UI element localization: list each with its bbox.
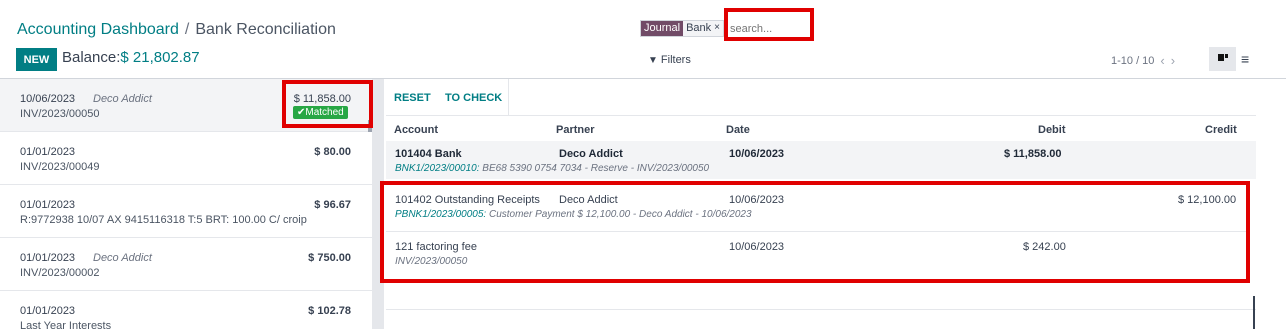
line-label-text: Customer Payment $ 12,100.00 - Deco Addi… [486, 209, 752, 220]
line-move-link[interactable]: PBNK1/2023/00005: [395, 209, 486, 220]
edge-marker [1253, 296, 1255, 329]
breadcrumb-accounting-dashboard[interactable]: Accounting Dashboard [17, 21, 179, 38]
statement-amount: $ 11,858.00 [293, 93, 351, 105]
statement-date: 01/01/2023 [20, 252, 76, 264]
line-account: 121 factoring fee [395, 241, 477, 253]
statement-date: 01/01/2023 [20, 305, 76, 317]
line-label: PBNK1/2023/00005: Customer Payment $ 12,… [395, 209, 752, 220]
facet-type: Journal [641, 21, 684, 36]
lines-header: Account Partner Date Debit Credit [386, 116, 1256, 141]
statement-partner: Deco Addict [93, 252, 152, 264]
statement-line[interactable]: 01/01/2023 INV/2023/00049 $ 80.00 [0, 132, 372, 185]
statement-amount: $ 96.67 [314, 199, 351, 211]
kanban-view-button[interactable] [1209, 47, 1236, 71]
reset-button[interactable]: RESET [394, 92, 431, 104]
line-label: BNK1/2023/00010: BE68 5390 0754 7034 - R… [395, 163, 709, 174]
statement-partner: Deco Addict [93, 93, 152, 105]
column-credit: Credit [1205, 124, 1237, 136]
list-view-button[interactable]: ≡ [1241, 51, 1249, 67]
line-label: INV/2023/00050 [395, 256, 468, 267]
pager: 1-10 / 10 ‹ › [1111, 53, 1175, 68]
pager-range[interactable]: 1-10 / 10 [1111, 55, 1154, 67]
kanban-icon [1217, 54, 1228, 61]
filters-label: Filters [660, 54, 691, 66]
statement-ref: INV/2023/00049 [20, 161, 100, 173]
statement-date: 01/01/2023 [20, 199, 76, 211]
statement-ref: INV/2023/00002 [20, 267, 100, 279]
list-icon: ≡ [1241, 51, 1250, 67]
facet-remove-icon[interactable]: × [714, 21, 723, 36]
line-debit: $ 11,858.00 [1004, 148, 1062, 160]
matched-badge: ✔Matched [293, 106, 348, 119]
line-partner: Deco Addict [559, 194, 618, 206]
line-account: 101402 Outstanding Receipts [395, 194, 540, 206]
column-date: Date [726, 124, 750, 136]
scroll-thumb[interactable] [368, 120, 372, 132]
statement-ref: INV/2023/00050 [20, 108, 100, 120]
balance-value: $ 21,802.87 [120, 49, 200, 66]
column-account: Account [394, 124, 438, 136]
pager-prev-icon[interactable]: ‹ [1160, 53, 1164, 68]
line-date: 10/06/2023 [729, 194, 785, 206]
statement-line[interactable]: 01/01/2023 Deco Addict INV/2023/00002 $ … [0, 238, 372, 291]
pager-next-icon[interactable]: › [1171, 53, 1175, 68]
statement-lines-list: 10/06/2023 Deco Addict INV/2023/00050 $ … [0, 79, 372, 329]
statement-amount: $ 102.78 [308, 305, 351, 317]
line-date: 10/06/2023 [729, 148, 785, 160]
column-debit: Debit [1038, 124, 1066, 136]
search-facet-journal: Journal Bank × [640, 20, 724, 37]
reconcile-actions: RESET TO CHECK [386, 79, 1256, 116]
page-title: Bank Reconciliation [195, 21, 336, 38]
statement-ref: Last Year Interests [20, 320, 112, 329]
filter-icon: ▼ [648, 54, 658, 66]
statement-line[interactable]: 01/01/2023 R:9772938 10/07 AX 9415116318… [0, 185, 372, 238]
statement-amount: $ 750.00 [308, 252, 351, 264]
filters-button[interactable]: ▼ Filters [648, 54, 691, 66]
breadcrumb: Accounting Dashboard / Bank Reconciliation [17, 21, 336, 39]
list-scrollbar[interactable] [372, 79, 384, 329]
statement-date: 01/01/2023 [20, 146, 76, 158]
breadcrumb-separator: / [184, 21, 190, 38]
line-debit: $ 242.00 [1023, 241, 1066, 253]
line-partner: Deco Addict [559, 148, 623, 160]
line-label-text: BE68 5390 0754 7034 - Reserve - INV/2023… [479, 163, 710, 174]
statement-ref: R:9772938 10/07 AX 9415116318 T:5 BRT: 1… [20, 214, 307, 226]
statement-amount: $ 80.00 [314, 146, 351, 158]
line-date: 10/06/2023 [729, 241, 785, 253]
balance: Balance:$ 21,802.87 [62, 49, 200, 66]
move-line[interactable]: 121 factoring fee 10/06/2023 $ 242.00 IN… [386, 234, 1246, 279]
lines-bottom-divider [386, 309, 1256, 310]
to-check-button[interactable]: TO CHECK [445, 92, 502, 104]
statement-line[interactable]: 01/01/2023 Last Year Interests $ 102.78 [0, 291, 372, 329]
line-credit: $ 12,100.00 [1178, 194, 1237, 206]
move-line[interactable]: 101402 Outstanding Receipts Deco Addict … [386, 187, 1246, 232]
facet-value: Bank [683, 21, 715, 36]
statement-line[interactable]: 10/06/2023 Deco Addict INV/2023/00050 $ … [0, 79, 372, 132]
search-input[interactable] [724, 20, 804, 37]
statement-date: 10/06/2023 [20, 93, 76, 105]
move-line[interactable]: 101404 Bank Deco Addict 10/06/2023 $ 11,… [386, 141, 1256, 179]
balance-label: Balance: [62, 49, 121, 66]
new-button[interactable]: NEW [16, 48, 57, 71]
search-bar: Journal Bank × [640, 20, 804, 37]
actions-divider [508, 79, 509, 116]
line-move-link[interactable]: BNK1/2023/00010: [395, 163, 480, 174]
column-partner: Partner [556, 124, 595, 136]
line-account: 101404 Bank [395, 148, 462, 160]
